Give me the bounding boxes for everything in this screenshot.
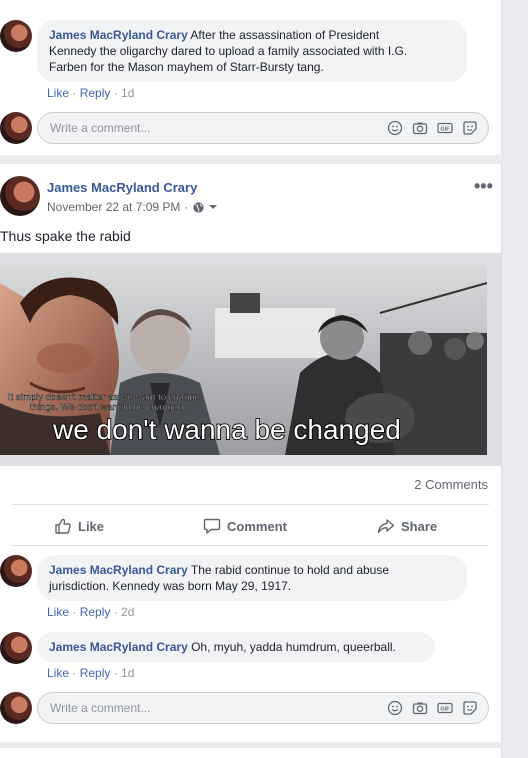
gif-icon[interactable]: GIF	[437, 120, 453, 136]
comment-time[interactable]: 1d	[121, 666, 134, 680]
like-link[interactable]: Like	[47, 666, 69, 680]
comment-actions: Like · Reply · 2d	[47, 605, 135, 619]
comment-bubble: James MacRyland Crary After the assassin…	[37, 20, 467, 82]
camera-icon[interactable]	[412, 700, 428, 716]
next-post-card	[0, 748, 502, 758]
comment-text-line3: Farben for the Mason mayhem of Starr-Bur…	[49, 60, 324, 74]
comment-input[interactable]: Write a comment... GIF	[37, 112, 489, 144]
reply-link[interactable]: Reply	[80, 86, 111, 100]
comment-button[interactable]: Comment	[203, 510, 287, 542]
comment-actions: Like · Reply · 1d	[47, 666, 135, 680]
like-button[interactable]: Like	[54, 510, 104, 542]
comment-time[interactable]: 2d	[121, 605, 134, 619]
share-button[interactable]: Share	[377, 510, 437, 542]
divider	[12, 545, 489, 546]
comment-actions: Like · Reply · 1d	[47, 86, 135, 100]
post-text: Thus spake the rabid	[0, 228, 131, 244]
comment-bubble: James MacRyland Crary The rabid continue…	[37, 555, 467, 601]
comment-bubble: James MacRyland Crary Oh, myuh, yadda hu…	[37, 632, 435, 662]
gif-icon[interactable]: GIF	[437, 700, 453, 716]
comment-author[interactable]: James MacRyland Crary	[49, 640, 188, 654]
reply-link[interactable]: Reply	[80, 605, 111, 619]
post-action-bar: Like Comment Share	[0, 510, 501, 542]
sticker-icon[interactable]	[462, 700, 478, 716]
comment-author[interactable]: James MacRyland Crary	[49, 563, 188, 577]
meme-image: It simply doesn't matter as we want to c…	[0, 265, 488, 455]
like-link[interactable]: Like	[47, 605, 69, 619]
share-arrow-icon	[377, 519, 395, 534]
emoji-icon[interactable]	[387, 700, 403, 716]
comment-input-placeholder: Write a comment...	[50, 701, 151, 715]
comment-button-label: Comment	[227, 518, 287, 534]
comment-text: After the assassination of President	[190, 28, 380, 42]
comment-text-line2: jurisdiction. Kennedy was born May 29, 1…	[49, 579, 292, 593]
image-small-caption-line2: things. We don't want to be changed.	[30, 402, 186, 413]
camera-icon[interactable]	[412, 120, 428, 136]
comment-input[interactable]: Write a comment... GIF	[37, 692, 489, 724]
thumbs-up-icon	[55, 518, 71, 534]
comment-text: The rabid continue to hold and abuse	[190, 563, 390, 577]
sticker-icon[interactable]	[462, 120, 478, 136]
avatar[interactable]	[0, 632, 32, 664]
chevron-down-icon[interactable]	[209, 203, 218, 211]
like-link[interactable]: Like	[47, 86, 69, 100]
comments-count[interactable]: 2 Comments	[414, 477, 488, 492]
avatar[interactable]	[0, 112, 32, 144]
svg-text:GIF: GIF	[440, 127, 450, 133]
svg-text:GIF: GIF	[440, 707, 450, 713]
post-options-icon[interactable]: •••	[474, 176, 493, 197]
avatar[interactable]	[0, 555, 32, 587]
speech-bubble-icon	[203, 518, 221, 534]
post-timestamp[interactable]: November 22 at 7:09 PM	[47, 200, 180, 214]
emoji-icon[interactable]	[387, 120, 403, 136]
reply-link[interactable]: Reply	[80, 666, 111, 680]
post-author-name[interactable]: James MacRyland Crary	[47, 180, 197, 195]
previous-post-card: James MacRyland Crary After the assassin…	[0, 0, 502, 155]
post-image[interactable]: It simply doesn't matter as we want to c…	[0, 253, 501, 466]
share-button-label: Share	[401, 518, 438, 534]
comment-author[interactable]: James MacRyland Crary	[49, 28, 188, 42]
comment-time[interactable]: 1d	[121, 86, 134, 100]
post-author-avatar[interactable]	[0, 176, 40, 216]
globe-icon[interactable]	[192, 201, 205, 214]
avatar[interactable]	[0, 20, 32, 52]
avatar[interactable]	[0, 692, 32, 724]
comment-input-placeholder: Write a comment...	[50, 121, 151, 135]
image-caption: we don't wanna be changed	[52, 414, 401, 445]
divider	[12, 504, 489, 505]
like-button-label: Like	[78, 518, 105, 534]
comment-text: Oh, myuh, yadda humdrum, queerball.	[191, 640, 396, 654]
post-meta: November 22 at 7:09 PM ·	[47, 200, 218, 214]
meta-separator: ·	[184, 200, 189, 214]
comment-text-line2: Kennedy the oligarchy dared to upload a …	[49, 44, 408, 58]
